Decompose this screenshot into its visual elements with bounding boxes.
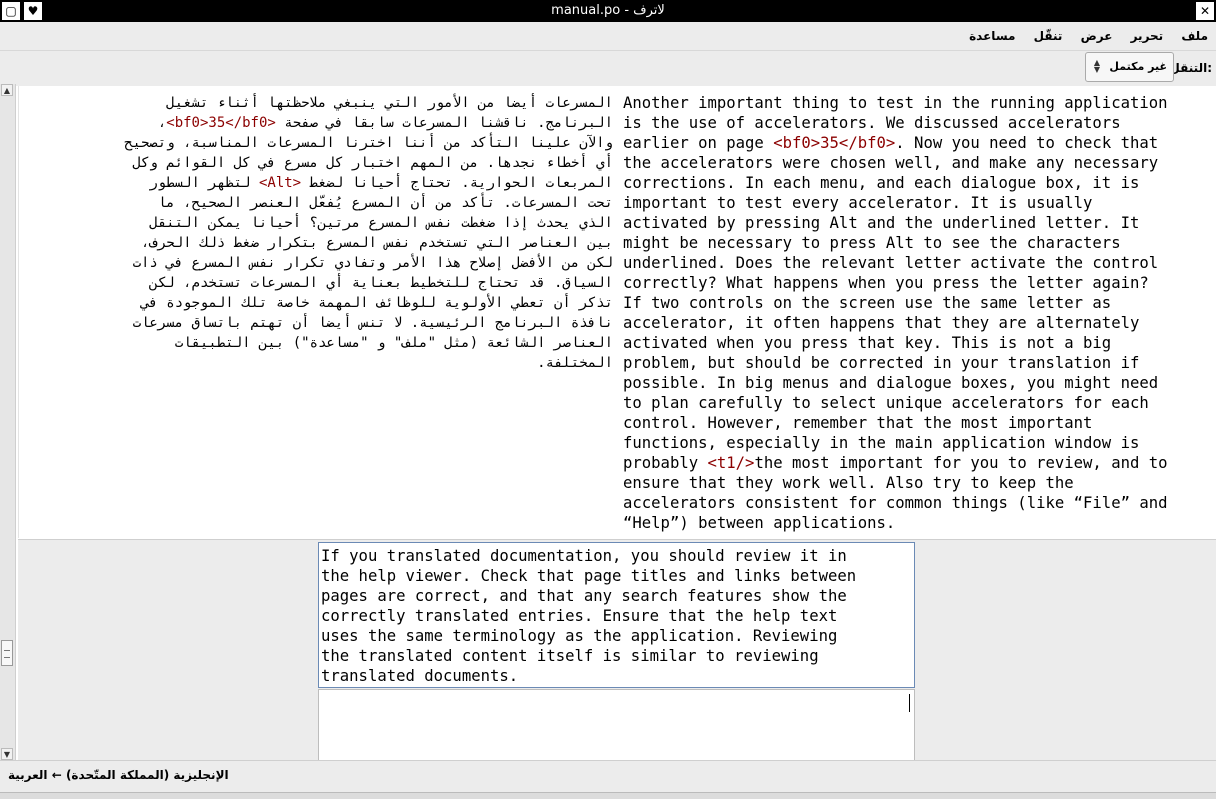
previous-source-text: Another important thing to test in the r… [623, 94, 1168, 532]
menu-help[interactable]: مساعدة [969, 29, 1015, 43]
editor-content: المسرعات أيضا من الأمور التي ينبغي ملاحظ… [16, 86, 1216, 761]
menu-view[interactable]: عرض [1081, 29, 1113, 43]
current-source-text: If you translated documentation, you sho… [321, 547, 857, 685]
menu-file[interactable]: ملف [1181, 29, 1208, 43]
menu-bar: ملف تحرير عرض تنقّل مساعدة [0, 22, 1216, 51]
previous-unit-area: المسرعات أيضا من الأمور التي ينبغي ملاحظ… [18, 86, 1216, 538]
navigation-label: التنقل: [1169, 61, 1212, 75]
menu-navigate[interactable]: تنقّل [1034, 29, 1063, 43]
navigation-mode-value: غير مكتمل [1109, 60, 1167, 73]
current-source-box[interactable]: If you translated documentation, you sho… [318, 542, 915, 688]
menu-edit[interactable]: تحرير [1131, 29, 1164, 43]
tag-alt: <Alt> [258, 175, 302, 191]
tag-bf0: <bf0>35</bf0> [166, 115, 276, 131]
scrollbar-thumb[interactable] [1, 640, 13, 666]
translation-input[interactable] [318, 689, 915, 761]
status-bar: الإنجليزية (المملكة المتّحدة) ← العربية [0, 760, 1216, 799]
previous-translation-text: المسرعات أيضا من الأمور التي ينبغي ملاحظ… [124, 95, 613, 371]
scroll-up-icon[interactable]: ▲ [1, 84, 13, 96]
navigation-toolbar: التنقل: ▲ ▼ غير مكتمل [0, 51, 1216, 87]
language-pair-status: الإنجليزية (المملكة المتّحدة) ← العربية [8, 768, 229, 782]
tag-bf0: <bf0>35</bf0> [773, 134, 896, 152]
title-bar: ▢ ♥ manual.po - لاترف ✕ [0, 0, 1216, 22]
text-cursor [909, 694, 910, 712]
scroll-down-icon[interactable]: ▼ [1, 748, 13, 760]
current-unit-area: If you translated documentation, you sho… [18, 539, 1216, 761]
close-icon[interactable]: ✕ [1195, 1, 1215, 21]
window-title: manual.po - لاترف [551, 3, 665, 18]
tag-t1: <t1/> [707, 454, 755, 472]
updown-arrows-icon: ▲ ▼ [1093, 58, 1101, 74]
vertical-scrollbar[interactable]: ▲ ▼ [0, 84, 16, 760]
navigation-mode-select[interactable]: ▲ ▼ غير مكتمل [1085, 52, 1174, 82]
